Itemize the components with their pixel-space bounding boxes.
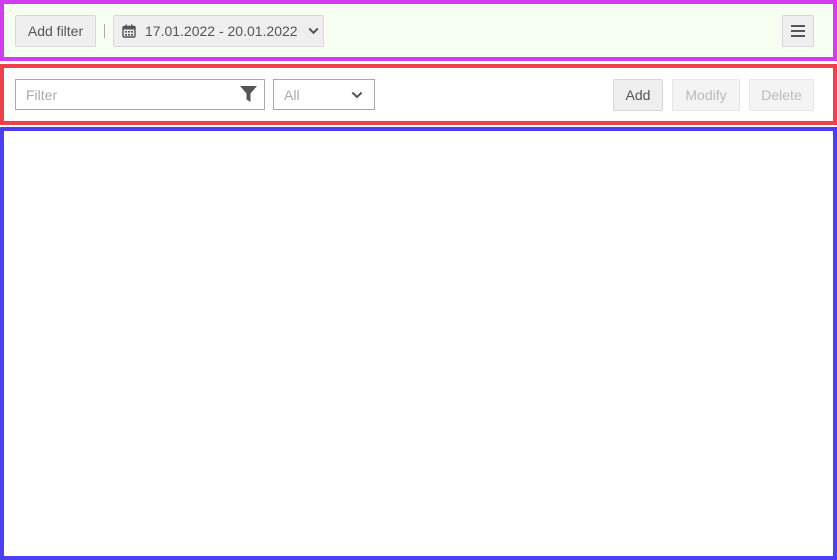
category-select-value: All [284, 86, 300, 103]
chevron-down-icon [308, 27, 319, 35]
date-range-label: 17.01.2022 - 20.01.2022 [145, 23, 298, 39]
delete-button[interactable]: Delete [749, 79, 814, 111]
filter-input[interactable] [16, 80, 231, 109]
add-button[interactable]: Add [613, 79, 663, 111]
chevron-down-icon [351, 91, 363, 99]
category-select[interactable]: All [273, 79, 375, 110]
calendar-icon [122, 24, 136, 38]
filter-field [15, 79, 265, 110]
funnel-icon[interactable] [240, 86, 257, 103]
date-range-button[interactable]: 17.01.2022 - 20.01.2022 [113, 15, 324, 47]
menu-button[interactable] [782, 15, 814, 47]
filter-toolbar: All Add Modify Delete [0, 64, 837, 125]
modify-button[interactable]: Modify [672, 79, 740, 111]
content-area [0, 127, 837, 560]
top-toolbar: Add filter 17.01.2022 - 20.01.2022 [0, 0, 837, 61]
toolbar-divider [104, 24, 105, 38]
hamburger-menu-icon [791, 25, 805, 37]
add-filter-button[interactable]: Add filter [15, 15, 96, 47]
